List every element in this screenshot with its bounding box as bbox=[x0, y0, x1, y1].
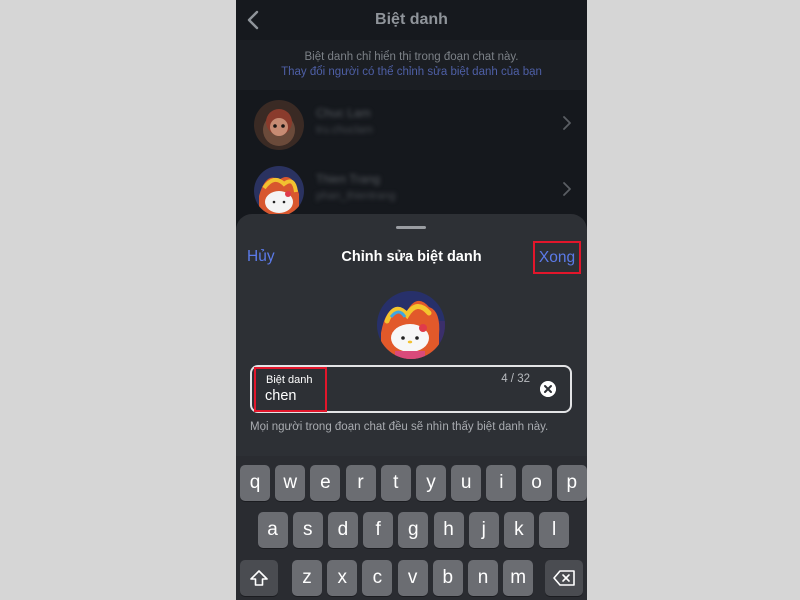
key-h[interactable]: h bbox=[433, 512, 464, 548]
sheet-grabber[interactable] bbox=[396, 226, 426, 229]
member-name: Chuc Lam bbox=[316, 106, 371, 120]
info-text: Biệt danh chỉ hiển thị trong đoạn chat n… bbox=[304, 51, 519, 63]
nickname-input[interactable] bbox=[265, 388, 485, 404]
chevron-right-icon bbox=[563, 116, 571, 130]
key-a[interactable]: a bbox=[257, 512, 288, 548]
key-q[interactable]: q bbox=[240, 465, 270, 501]
backspace-icon bbox=[553, 570, 575, 586]
key-t[interactable]: t bbox=[380, 465, 411, 501]
keyboard-row: qwertyuiop bbox=[236, 465, 587, 501]
phone-screen: Biệt danh Biệt danh chỉ hiển thị trong đ… bbox=[236, 0, 587, 600]
key-s[interactable]: s bbox=[292, 512, 323, 548]
field-label: Biệt danh bbox=[266, 374, 313, 386]
key-j[interactable]: j bbox=[468, 512, 499, 548]
shift-icon bbox=[250, 570, 268, 586]
keyboard: qwertyuiop asdfghjkl zxcvbnm bbox=[236, 456, 587, 600]
key-c[interactable]: c bbox=[362, 560, 393, 596]
key-d[interactable]: d bbox=[327, 512, 358, 548]
key-n[interactable]: n bbox=[468, 560, 498, 596]
member-name: Thien Trang bbox=[316, 172, 381, 186]
avatar bbox=[377, 291, 445, 359]
character-counter: 4 / 32 bbox=[501, 373, 530, 385]
member-handle: tru.chuclam bbox=[316, 124, 373, 136]
key-v[interactable]: v bbox=[397, 560, 428, 596]
nickname-field[interactable]: Biệt danh 4 / 32 bbox=[250, 365, 572, 413]
key-f[interactable]: f bbox=[363, 512, 394, 548]
avatar bbox=[254, 166, 304, 216]
key-x[interactable]: x bbox=[327, 560, 358, 596]
key-w[interactable]: w bbox=[275, 465, 306, 501]
avatar bbox=[254, 100, 304, 150]
member-handle: phan_thientrang bbox=[316, 190, 396, 202]
key-u[interactable]: u bbox=[451, 465, 482, 501]
key-k[interactable]: k bbox=[503, 512, 534, 548]
key-g[interactable]: g bbox=[398, 512, 429, 548]
shift-key[interactable] bbox=[240, 560, 278, 596]
key-p[interactable]: p bbox=[556, 465, 587, 501]
nav-bar: Biệt danh bbox=[236, 0, 587, 40]
key-y[interactable]: y bbox=[416, 465, 446, 501]
key-o[interactable]: o bbox=[521, 465, 552, 501]
helper-text: Mọi người trong đoạn chat đều sẽ nhìn th… bbox=[250, 421, 549, 433]
delete-key[interactable] bbox=[545, 560, 583, 596]
keyboard-row: zxcvbnm bbox=[236, 560, 587, 596]
page-title: Biệt danh bbox=[375, 11, 448, 28]
key-l[interactable]: l bbox=[539, 512, 570, 548]
info-banner: Biệt danh chỉ hiển thị trong đoạn chat n… bbox=[236, 40, 587, 90]
key-b[interactable]: b bbox=[432, 560, 463, 596]
key-z[interactable]: z bbox=[292, 560, 322, 596]
clear-icon[interactable] bbox=[540, 381, 556, 397]
key-r[interactable]: r bbox=[345, 465, 376, 501]
chevron-right-icon bbox=[563, 182, 571, 196]
member-row[interactable]: Chuc Lam tru.chuclam bbox=[236, 92, 587, 162]
cancel-button[interactable]: Hủy bbox=[247, 248, 275, 266]
edit-nickname-sheet: Hủy Chỉnh sửa biệt danh Xong Biệt danh c… bbox=[236, 214, 587, 600]
done-button[interactable]: Xong bbox=[533, 241, 581, 274]
key-i[interactable]: i bbox=[486, 465, 517, 501]
key-m[interactable]: m bbox=[503, 560, 534, 596]
keyboard-row: asdfghjkl bbox=[236, 512, 587, 548]
edit-permission-link[interactable]: Thay đổi người có thể chỉnh sửa biệt dan… bbox=[236, 66, 587, 78]
key-e[interactable]: e bbox=[310, 465, 341, 501]
